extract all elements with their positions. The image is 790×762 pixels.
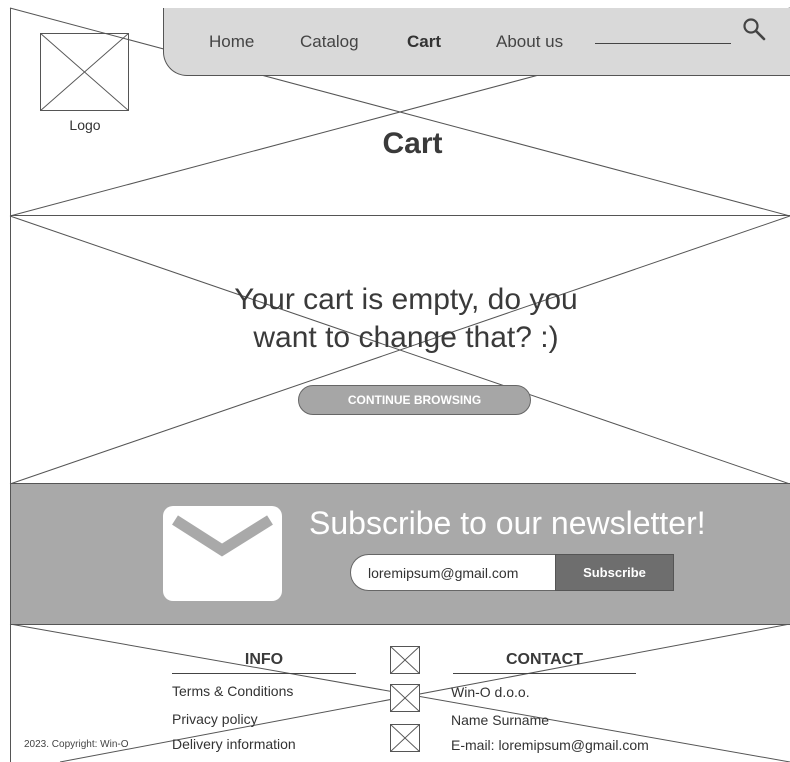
nav-home[interactable]: Home [209,32,254,52]
envelope-icon [163,506,282,601]
contact-heading: CONTACT [505,651,584,668]
newsletter-email-input[interactable] [350,554,556,591]
contact-divider [453,673,636,674]
continue-browsing-button[interactable]: CONTINUE BROWSING [298,385,531,415]
contact-name: Name Surname [451,712,550,728]
info-heading: INFO [244,651,284,668]
search-input[interactable] [595,43,731,44]
page-title: Cart [382,127,443,160]
subscribe-button[interactable]: Subscribe [555,554,674,591]
nav-cart[interactable]: Cart [407,32,441,52]
delivery-link[interactable]: Delivery information [172,736,296,752]
logo-label: Logo [69,117,101,133]
privacy-link[interactable]: Privacy policy [172,711,258,727]
social-icon-2[interactable] [390,684,420,712]
nav-about-us[interactable]: About us [496,32,563,52]
navigation-bar: Home Catalog Cart About us [163,8,790,76]
contact-email[interactable]: E-mail: loremipsum@gmail.com [451,737,649,753]
info-divider [172,673,356,674]
empty-cart-message: Your cart is empty, do you want to chang… [234,283,578,354]
social-icon-3[interactable] [390,724,420,752]
copyright-text: 2023. Copyright: Win-O [24,739,129,750]
logo-image[interactable] [40,33,129,111]
nav-catalog[interactable]: Catalog [300,32,359,52]
social-icon-1[interactable] [390,646,420,674]
company-name: Win-O d.o.o. [451,684,530,700]
terms-link[interactable]: Terms & Conditions [172,683,293,699]
search-icon[interactable] [742,17,766,41]
newsletter-title: Subscribe to our newsletter! [309,505,706,541]
